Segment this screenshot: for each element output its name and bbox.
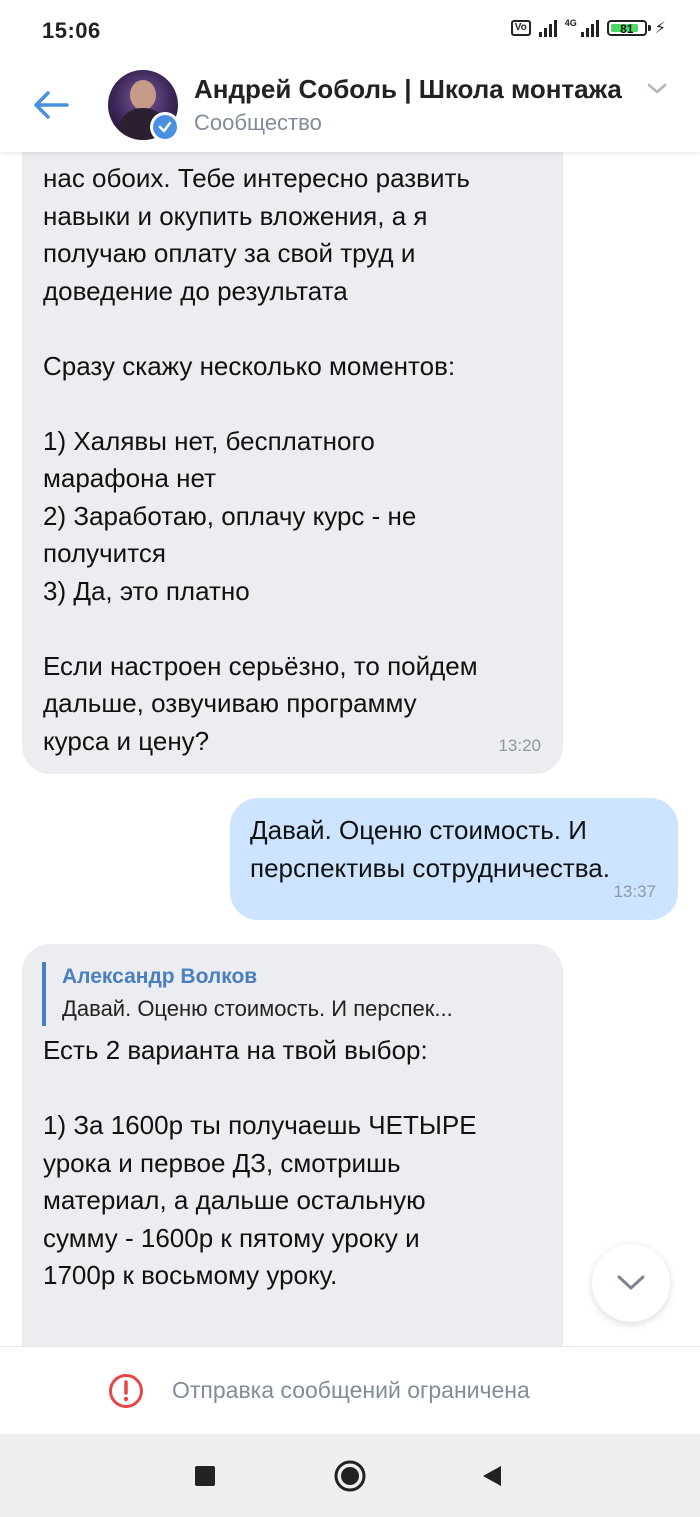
message-text: нас обоих. Тебе интересно развить навыки… <box>43 163 478 756</box>
composer-restricted-bar: Отправка сообщений ограничена <box>0 1346 700 1435</box>
status-bar: 15:06 Vo 4G 81 ⚡ <box>0 0 700 64</box>
nav-back-button[interactable] <box>472 1456 512 1496</box>
message-time: 13:20 <box>498 735 541 755</box>
chat-title[interactable]: Андрей Соболь | Школа монтажа <box>194 74 622 105</box>
battery-level: 81 <box>620 22 634 36</box>
chat-subtitle: Сообщество <box>194 110 322 135</box>
status-icons: Vo 4G 81 ⚡ <box>510 18 666 38</box>
signal-icon-2 <box>580 19 599 37</box>
signal-icon <box>538 19 557 37</box>
system-navbar <box>0 1434 700 1517</box>
message-incoming[interactable]: Александр Волков Давай. Оценю стоимость.… <box>22 944 563 1346</box>
reply-quote[interactable]: Александр Волков Давай. Оценю стоимость.… <box>42 962 542 1026</box>
message-time: 13:37 <box>613 881 656 901</box>
message-outgoing[interactable]: Давай. Оценю стоимость. И перспективы со… <box>230 798 678 920</box>
volte-icon: Vo <box>510 20 531 36</box>
arrow-left-icon <box>34 91 69 119</box>
message-list[interactable]: нас обоих. Тебе интересно развить навыки… <box>0 152 700 1346</box>
charging-icon: ⚡ <box>654 20 666 37</box>
recent-apps-button[interactable] <box>185 1456 225 1496</box>
chat-header: Андрей Соболь | Школа монтажа Сообщество <box>0 64 700 152</box>
back-button[interactable] <box>28 82 74 128</box>
chevron-down-icon <box>617 1275 645 1290</box>
battery-icon: 81 <box>606 20 651 36</box>
network-type: 4G <box>564 18 577 28</box>
reply-author: Александр Волков <box>62 965 258 988</box>
alert-circle-icon <box>109 1374 143 1408</box>
back-icon <box>483 1466 501 1486</box>
message-text: Есть 2 варианта на твой выбор: 1) За 160… <box>43 1035 477 1290</box>
verified-icon <box>150 112 180 142</box>
home-button[interactable] <box>330 1456 370 1496</box>
status-time: 15:06 <box>42 18 101 43</box>
restriction-text: Отправка сообщений ограничена <box>172 1377 530 1403</box>
home-icon <box>334 1460 366 1492</box>
scroll-to-bottom-button[interactable] <box>592 1244 670 1322</box>
message-text: Давай. Оценю стоимость. И перспективы со… <box>250 815 610 883</box>
message-incoming[interactable]: нас обоих. Тебе интересно развить навыки… <box>22 152 563 774</box>
recent-apps-icon <box>195 1466 215 1486</box>
reply-text: Давай. Оценю стоимость. И перспек... <box>62 996 453 1021</box>
chevron-down-icon[interactable] <box>646 82 668 96</box>
